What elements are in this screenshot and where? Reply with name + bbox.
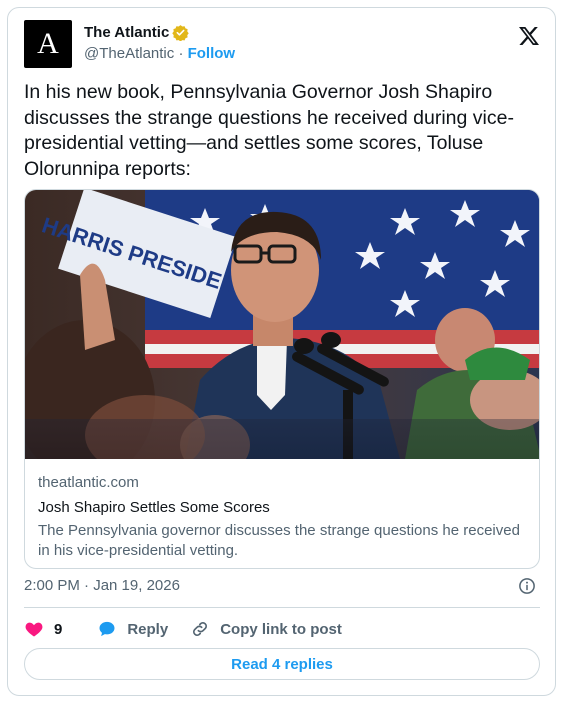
copy-link-button[interactable]: Copy link to post: [190, 619, 342, 639]
verified-badge-icon: [172, 25, 190, 41]
action-bar: 9 Reply Copy link to post: [24, 618, 364, 640]
heart-icon: [25, 622, 43, 637]
tweet-text: In his new book, Pennsylvania Governor J…: [24, 81, 514, 180]
reply-bubble-icon: [99, 621, 115, 637]
copy-link-label: Copy link to post: [220, 620, 342, 638]
article-photo[interactable]: HARRIS PRESIDENT: [25, 190, 540, 459]
read-replies-button[interactable]: Read 4 replies: [24, 648, 540, 680]
author-name-row: The Atlantic: [84, 24, 190, 41]
reply-button[interactable]: Reply: [97, 619, 168, 639]
link-title[interactable]: Josh Shapiro Settles Some Scores: [38, 498, 528, 518]
x-logo-icon[interactable]: [517, 24, 541, 48]
avatar-letter: A: [37, 27, 59, 60]
link-domain[interactable]: theatlantic.com: [38, 473, 528, 493]
divider: [24, 607, 540, 608]
author-handle[interactable]: @TheAtlantic: [84, 45, 174, 62]
author-avatar[interactable]: A: [24, 20, 72, 68]
link-meta: theatlantic.com Josh Shapiro Settles Som…: [38, 473, 528, 561]
tweet-embed-card: A The Atlantic @TheAtlantic · Follow In …: [7, 7, 556, 696]
like-button[interactable]: 9: [24, 619, 75, 639]
tweet-timestamp[interactable]: 2:00 PM · Jan 19, 2026: [24, 577, 180, 594]
info-icon[interactable]: [518, 577, 536, 595]
link-preview-card[interactable]: HARRIS PRESIDENT theatlantic.com Josh Sh…: [24, 189, 540, 569]
tweet-header: A The Atlantic @TheAtlantic · Follow: [24, 20, 541, 68]
link-description: The Pennsylvania governor discusses the …: [38, 522, 520, 559]
link-icon: [193, 622, 208, 636]
author-name[interactable]: The Atlantic: [84, 24, 169, 41]
author-handle-row: @TheAtlantic · Follow: [84, 45, 235, 62]
handle-separator: ·: [178, 45, 184, 62]
like-count: 9: [54, 620, 63, 638]
follow-button[interactable]: Follow: [188, 45, 236, 62]
reply-label: Reply: [127, 620, 169, 638]
